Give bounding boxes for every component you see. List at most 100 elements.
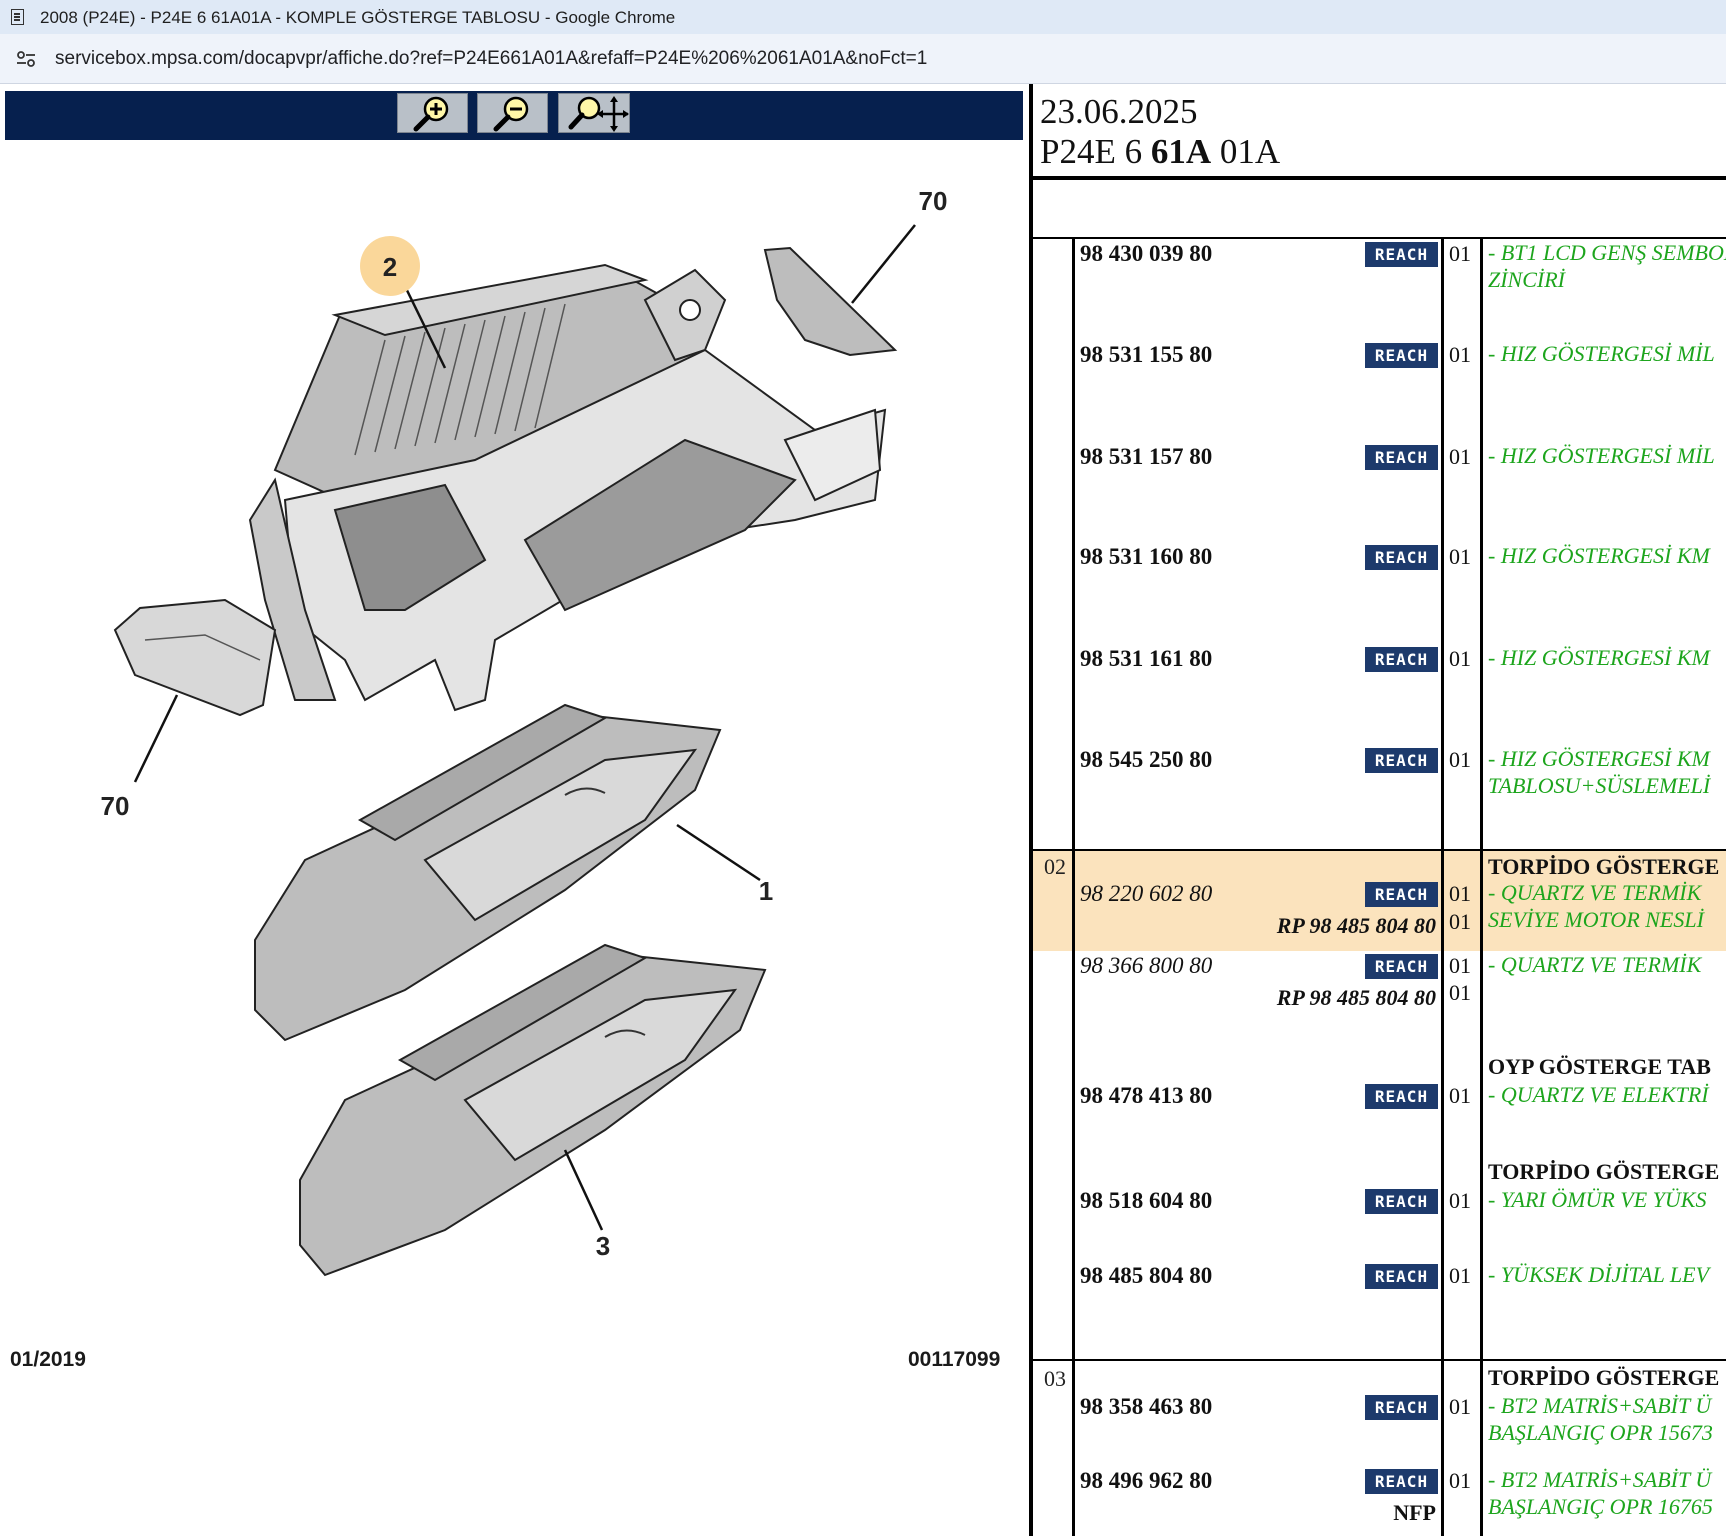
part-number[interactable]: 98 220 602 80 <box>1080 881 1212 907</box>
desc-line: - QUARTZ VE TERMİK <box>1488 880 1702 905</box>
part-number[interactable]: 98 518 604 80 <box>1080 1188 1212 1214</box>
part-title: TORPİDO GÖSTERGE <box>1488 854 1720 879</box>
desc-line: - BT2 MATRİS+SABİT Ü <box>1488 1467 1712 1492</box>
column-divider <box>1441 237 1444 1536</box>
desc-line: - BT1 LCD GENŞ SEMBOL <box>1488 240 1726 265</box>
part-title: OYP GÖSTERGE TAB <box>1488 1054 1711 1079</box>
desc-line: BAŞLANGIÇ OPR 16765 <box>1488 1494 1713 1519</box>
reach-badge[interactable]: REACH <box>1365 748 1438 773</box>
desc-line: BAŞLANGIÇ OPR 15673 <box>1488 1420 1713 1445</box>
desc-line: TABLOSU+SÜSLEMELİ <box>1488 773 1711 798</box>
part-description: - QUARTZ VE TERMİK <box>1488 952 1702 977</box>
zoom-out-button[interactable] <box>477 93 548 133</box>
address-bar[interactable]: servicebox.mpsa.com/docapvpr/affiche.do?… <box>0 34 1726 84</box>
reach-badge[interactable]: REACH <box>1365 242 1438 267</box>
reach-badge[interactable]: REACH <box>1365 647 1438 672</box>
document-reference: P24E 6 61A 01A <box>1040 132 1280 172</box>
quantity: 01 <box>1449 342 1471 367</box>
quantity: 01 <box>1449 953 1471 978</box>
callout-label: 1 <box>759 876 773 906</box>
part-number[interactable]: 98 496 962 80 <box>1080 1468 1212 1494</box>
part-description: - BT2 MATRİS+SABİT Ü BAŞLANGIÇ OPR 16765 <box>1488 1466 1713 1520</box>
callout-label: 70 <box>101 791 130 821</box>
window-titlebar: 2008 (P24E) - P24E 6 61A01A - KOMPLE GÖS… <box>0 0 1726 34</box>
trim-left-drawing <box>113 598 277 717</box>
desc-line: - HIZ GÖSTERGESİ KM <box>1488 746 1710 771</box>
part-number[interactable]: 98 430 039 80 <box>1080 241 1212 267</box>
part-number[interactable]: 98 485 804 80 <box>1080 1263 1212 1289</box>
nfp-label: NFP <box>1393 1500 1436 1525</box>
part-description: - YÜKSEK DİJİTAL LEV <box>1488 1262 1710 1287</box>
ref-bold: 61A <box>1150 132 1212 171</box>
part-description: - BT2 MATRİS+SABİT Ü BAŞLANGIÇ OPR 15673 <box>1488 1392 1713 1446</box>
quantity: 01 <box>1449 747 1471 772</box>
cluster-housing-drawing <box>248 263 887 712</box>
part-number[interactable]: 98 545 250 80 <box>1080 747 1212 773</box>
trim-right-drawing <box>763 246 898 357</box>
url-text[interactable]: servicebox.mpsa.com/docapvpr/affiche.do?… <box>55 48 927 70</box>
quantity: 01 <box>1449 1468 1471 1493</box>
header-divider <box>1033 176 1726 180</box>
replacement-part-number[interactable]: RP 98 485 804 80 <box>1277 913 1436 939</box>
zoom-pan-icon <box>568 96 629 132</box>
site-settings-icon[interactable] <box>16 51 36 67</box>
diagram-drawing-number: 00117099 <box>908 1348 1001 1371</box>
quantity: 01 <box>1449 241 1471 266</box>
reach-badge[interactable]: REACH <box>1365 954 1438 979</box>
callout-label: 70 <box>919 186 948 216</box>
instrument-cluster-illustration: 2 70 70 1 3 <box>101 186 948 1277</box>
parts-list-panel: 23.06.2025 P24E 6 61A 01A 98 430 039 80 … <box>1029 84 1726 1536</box>
column-divider <box>1072 237 1075 1536</box>
quantity: 01 <box>1449 1394 1471 1419</box>
reach-badge[interactable]: REACH <box>1365 1395 1438 1420</box>
ref-suffix: 01A <box>1211 132 1281 171</box>
group-separator <box>1033 1359 1726 1361</box>
reach-badge[interactable]: REACH <box>1365 545 1438 570</box>
document-date: 23.06.2025 <box>1040 92 1198 131</box>
document-icon <box>11 9 24 25</box>
callout-label: 2 <box>383 252 397 282</box>
callout-label: 3 <box>596 1231 610 1261</box>
part-number[interactable]: 98 531 157 80 <box>1080 444 1212 470</box>
replacement-quantity: 01 <box>1449 909 1471 934</box>
quantity: 01 <box>1449 1188 1471 1213</box>
part-number[interactable]: 98 531 155 80 <box>1080 342 1212 368</box>
group-number: 02 <box>1044 854 1066 879</box>
part-number[interactable]: 98 478 413 80 <box>1080 1083 1212 1109</box>
quantity: 01 <box>1449 1083 1471 1108</box>
diagram-date-code: 01/2019 <box>10 1348 86 1371</box>
zoom-in-icon <box>413 96 449 132</box>
part-number[interactable]: 98 358 463 80 <box>1080 1394 1212 1420</box>
part-description: - QUARTZ VE TERMİK SEVİYE MOTOR NESLİ <box>1488 879 1704 933</box>
part-description: - HIZ GÖSTERGESİ KM <box>1488 543 1710 568</box>
desc-line: - BT2 MATRİS+SABİT Ü <box>1488 1393 1712 1418</box>
reach-badge[interactable]: REACH <box>1365 1084 1438 1109</box>
desc-line: SEVİYE MOTOR NESLİ <box>1488 907 1704 932</box>
reach-badge[interactable]: REACH <box>1365 882 1438 907</box>
replacement-part-number[interactable]: RP 98 485 804 80 <box>1277 985 1436 1011</box>
reach-badge[interactable]: REACH <box>1365 1189 1438 1214</box>
quantity: 01 <box>1449 444 1471 469</box>
quantity: 01 <box>1449 544 1471 569</box>
reach-badge[interactable]: REACH <box>1365 445 1438 470</box>
group-separator <box>1033 849 1726 851</box>
reach-badge[interactable]: REACH <box>1365 1469 1438 1494</box>
part-description: - HIZ GÖSTERGESİ MİL <box>1488 443 1715 468</box>
window-title: 2008 (P24E) - P24E 6 61A01A - KOMPLE GÖS… <box>40 8 676 27</box>
zoom-in-button[interactable] <box>397 93 468 133</box>
zoom-pan-button[interactable] <box>558 93 630 133</box>
quantity: 01 <box>1449 646 1471 671</box>
column-divider <box>1480 237 1483 1536</box>
reach-badge[interactable]: REACH <box>1365 343 1438 368</box>
zoom-out-icon <box>493 96 529 132</box>
reach-badge[interactable]: REACH <box>1365 1264 1438 1289</box>
part-number[interactable]: 98 366 800 80 <box>1080 953 1212 979</box>
quantity: 01 <box>1449 881 1471 906</box>
part-description: - HIZ GÖSTERGESİ KM <box>1488 645 1710 670</box>
part-description: - QUARTZ VE ELEKTRİ <box>1488 1082 1709 1107</box>
part-description: - HIZ GÖSTERGESİ KM TABLOSU+SÜSLEMELİ <box>1488 745 1710 799</box>
part-title: TORPİDO GÖSTERGE <box>1488 1159 1720 1184</box>
part-number[interactable]: 98 531 160 80 <box>1080 544 1212 570</box>
quantity: 01 <box>1449 1263 1471 1288</box>
part-number[interactable]: 98 531 161 80 <box>1080 646 1212 672</box>
